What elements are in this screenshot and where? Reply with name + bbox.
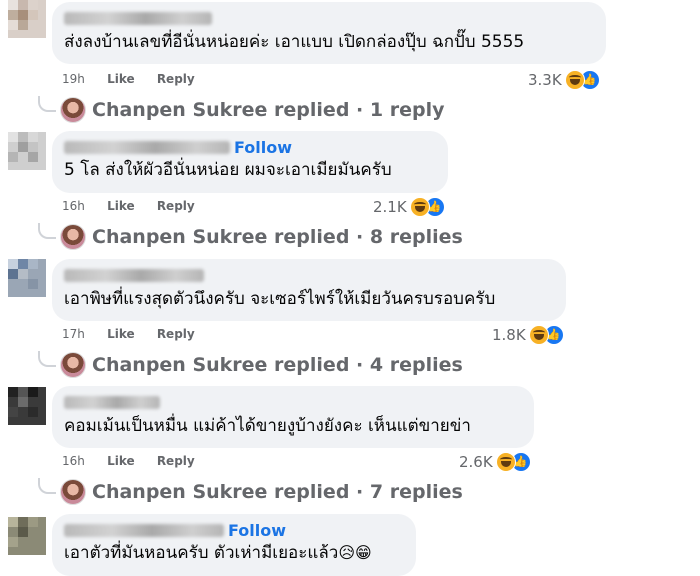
comment-bubble: เอาพิษที่แรงสุดตัวนึงครับ จะเซอร์ไพร์ให้…: [52, 259, 566, 321]
comment-time: 19h: [62, 72, 85, 86]
reply-button[interactable]: Reply: [157, 327, 195, 341]
comment-1: ส่งลงบ้านเลขที่อีนั่นหน่อยค่ะ เอาแบบ เปิ…: [0, 0, 700, 127]
follow-button[interactable]: Follow: [234, 138, 292, 157]
view-replies-link[interactable]: Chanpen Sukree replied · 4 replies: [60, 352, 463, 378]
commenter-avatar[interactable]: [8, 387, 46, 425]
reaction-count: 1.8K: [492, 326, 526, 344]
reaction-summary[interactable]: 3.3K 👍: [528, 70, 600, 90]
reaction-count: 2.1K: [373, 198, 407, 216]
comment-actions: 16h Like Reply: [62, 454, 213, 468]
comment-bubble: Follow 5 โล ส่งให้ผัวอีนั่นหน่อย ผมจะเอา…: [52, 131, 448, 193]
comment-text: เอาตัวที่มันหอนครับ ตัวเห่ามีเยอะแล้ว😥😁: [64, 541, 404, 565]
replier-avatar: [60, 479, 86, 505]
replier-avatar: [60, 97, 86, 123]
like-button[interactable]: Like: [107, 454, 135, 468]
view-replies-link[interactable]: Chanpen Sukree replied · 7 replies: [60, 479, 463, 505]
commenter-avatar[interactable]: [8, 517, 46, 555]
replier-name: Chanpen Sukree replied: [92, 99, 350, 121]
reply-count: · 1 reply: [356, 99, 445, 121]
blurred-commenter-name[interactable]: [64, 524, 224, 537]
comment-2: Follow 5 โล ส่งให้ผัวอีนั่นหน่อย ผมจะเอา…: [0, 127, 700, 254]
reaction-summary[interactable]: 2.6K 👍: [459, 452, 531, 472]
view-replies-link[interactable]: Chanpen Sukree replied · 8 replies: [60, 224, 463, 250]
reaction-summary[interactable]: 2.1K 👍: [373, 197, 445, 217]
replier-avatar: [60, 352, 86, 378]
like-button[interactable]: Like: [107, 327, 135, 341]
reaction-summary[interactable]: 1.8K 👍: [492, 325, 564, 345]
reply-count: · 4 replies: [356, 354, 463, 376]
comment-5: Follow เอาตัวที่มันหอนครับ ตัวเห่ามีเยอะ…: [0, 509, 700, 576]
comment-text: ส่งลงบ้านเลขที่อีนั่นหน่อยค่ะ เอาแบบ เปิ…: [64, 32, 525, 52]
comment-actions: 19h Like Reply: [62, 72, 213, 86]
comment-actions: 16h Like Reply: [62, 199, 213, 213]
replier-name: Chanpen Sukree replied: [92, 354, 350, 376]
follow-button[interactable]: Follow: [228, 521, 286, 540]
reply-count: · 7 replies: [356, 481, 463, 503]
replier-name: Chanpen Sukree replied: [92, 481, 350, 503]
replier-name: Chanpen Sukree replied: [92, 226, 350, 248]
comment-time: 17h: [62, 327, 85, 341]
haha-reaction-icon: [495, 452, 516, 472]
reply-thread-connector: [38, 96, 56, 112]
like-button[interactable]: Like: [107, 199, 135, 213]
view-replies-link[interactable]: Chanpen Sukree replied · 1 reply: [60, 97, 444, 123]
reply-button[interactable]: Reply: [157, 199, 195, 213]
reply-thread-connector: [38, 223, 56, 239]
reply-count: · 8 replies: [356, 226, 463, 248]
comment-text-body: เอาตัวที่มันหอนครับ ตัวเห่ามีเยอะแล้ว: [64, 543, 339, 563]
blurred-commenter-name[interactable]: [64, 269, 204, 282]
comment-time: 16h: [62, 199, 85, 213]
comment-bubble: ส่งลงบ้านเลขที่อีนั่นหน่อยค่ะ เอาแบบ เปิ…: [52, 2, 606, 64]
comment-text: คอมเม้นเป็นหมื่น แม่ค้าได้ขายงูบ้างยังคะ…: [64, 416, 471, 436]
commenter-avatar[interactable]: [8, 0, 46, 38]
blurred-commenter-name[interactable]: [64, 141, 230, 154]
comment-3: เอาพิษที่แรงสุดตัวนึงครับ จะเซอร์ไพร์ให้…: [0, 255, 700, 382]
like-button[interactable]: Like: [107, 72, 135, 86]
haha-reaction-icon: [409, 197, 430, 217]
comment-bubble: คอมเม้นเป็นหมื่น แม่ค้าได้ขายงูบ้างยังคะ…: [52, 386, 534, 448]
blurred-commenter-name[interactable]: [64, 12, 212, 25]
comment-text: เอาพิษที่แรงสุดตัวนึงครับ จะเซอร์ไพร์ให้…: [64, 289, 496, 309]
comment-bubble: Follow เอาตัวที่มันหอนครับ ตัวเห่ามีเยอะ…: [52, 514, 416, 576]
reply-button[interactable]: Reply: [157, 72, 195, 86]
comment-actions: 17h Like Reply: [62, 327, 213, 341]
haha-reaction-icon: [528, 325, 549, 345]
inline-emoji: 😥😁: [338, 543, 372, 562]
haha-reaction-icon: [564, 70, 585, 90]
comment-4: คอมเม้นเป็นหมื่น แม่ค้าได้ขายงูบ้างยังคะ…: [0, 382, 700, 509]
reply-button[interactable]: Reply: [157, 454, 195, 468]
reaction-count: 2.6K: [459, 453, 493, 471]
reply-thread-connector: [38, 478, 56, 494]
reply-thread-connector: [38, 351, 56, 367]
blurred-commenter-name[interactable]: [64, 396, 160, 409]
replier-avatar: [60, 224, 86, 250]
commenter-avatar[interactable]: [8, 132, 46, 170]
reaction-count: 3.3K: [528, 71, 562, 89]
commenter-avatar[interactable]: [8, 259, 46, 297]
comment-time: 16h: [62, 454, 85, 468]
comment-text: 5 โล ส่งให้ผัวอีนั่นหน่อย ผมจะเอาเมียมัน…: [64, 160, 392, 180]
